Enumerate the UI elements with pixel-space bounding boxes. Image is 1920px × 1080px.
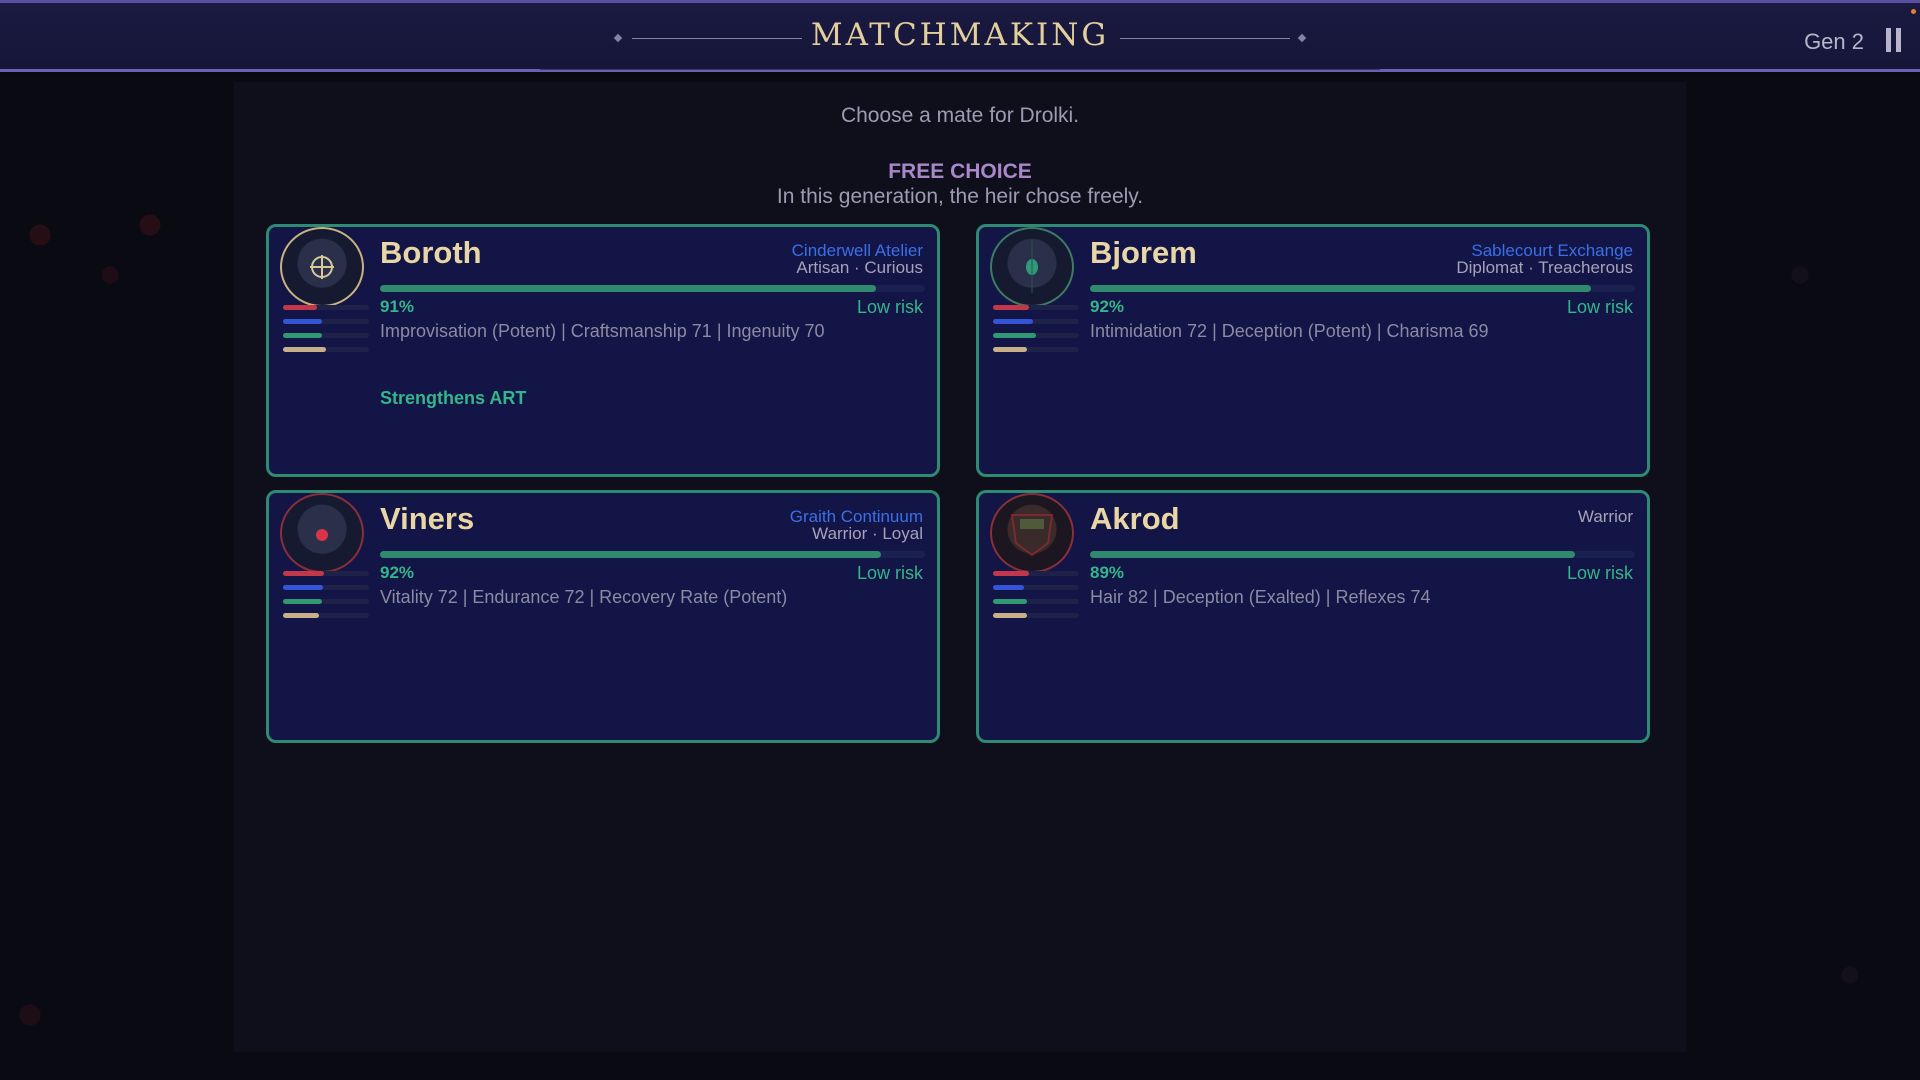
stat-bar-tan — [993, 613, 1079, 618]
compatibility-percent: 92% — [1090, 297, 1125, 316]
stat-fill — [993, 571, 1030, 576]
stat-bar-blue — [993, 585, 1079, 590]
title-underline — [540, 69, 1380, 70]
candidate-card[interactable]: Viners Graith Continuum Warrior · Loyal … — [266, 490, 940, 743]
compatibility-meter — [1090, 285, 1635, 292]
candidate-name: Bjorem — [1090, 235, 1197, 270]
compatibility-meter — [380, 285, 925, 292]
stat-bar-green — [283, 599, 369, 604]
portrait-avatar — [280, 227, 364, 307]
skills-list: Improvisation (Potent) | Craftsmanship 7… — [380, 321, 825, 341]
candidate-card[interactable]: Akrod Warrior 89% Low risk Hair 82 | Dec… — [976, 490, 1650, 743]
candidate-name: Viners — [380, 501, 475, 536]
choice-title: FREE CHOICE — [888, 160, 1032, 183]
portrait-avatar — [280, 493, 364, 573]
stat-fill — [283, 613, 320, 618]
pause-icon[interactable] — [1886, 28, 1902, 54]
compatibility-fill — [1090, 285, 1592, 292]
stat-fill — [993, 305, 1030, 310]
risk-label: Low risk — [856, 297, 923, 317]
stat-fill — [283, 585, 323, 590]
stat-bars — [993, 305, 1083, 361]
stat-bar-green — [283, 333, 369, 338]
red-shield-emblem-icon — [1010, 514, 1054, 557]
candidate-name: Boroth — [380, 235, 482, 270]
stat-bars — [283, 571, 373, 627]
candidate-name: Akrod — [1090, 501, 1180, 536]
choice-subtitle: In this generation, the heir chose freel… — [776, 185, 1144, 208]
stat-fill — [993, 347, 1028, 352]
risk-label: Low risk — [1566, 297, 1633, 317]
candidate-card[interactable]: Boroth Cinderwell Atelier Artisan · Curi… — [266, 224, 940, 477]
compatibility-percent: 91% — [380, 297, 415, 316]
stat-bar-red — [993, 305, 1079, 310]
candidate-traits: Warrior · Loyal — [812, 524, 923, 543]
skills-list: Hair 82 | Deception (Exalted) | Reflexes… — [1090, 587, 1431, 607]
bonus-label: Strengthens ART — [380, 388, 527, 408]
stat-bar-red — [993, 571, 1079, 576]
stat-fill — [993, 333, 1036, 338]
stat-fill — [283, 319, 322, 324]
risk-label: Low risk — [1566, 563, 1633, 583]
stat-fill — [993, 585, 1024, 590]
stat-fill — [993, 319, 1033, 324]
stat-bar-red — [283, 305, 369, 310]
compatibility-fill — [380, 285, 876, 292]
stat-fill — [283, 571, 325, 576]
ornament-line-right — [1120, 38, 1290, 39]
stat-bar-green — [993, 599, 1079, 604]
prompt-text: Choose a mate for Drolki. — [840, 104, 1080, 127]
compatibility-meter — [1090, 551, 1635, 558]
red-gem-emblem-icon — [316, 529, 328, 541]
crosshair-emblem-icon — [310, 255, 334, 279]
stat-fill — [283, 347, 326, 352]
stat-bar-blue — [283, 585, 369, 590]
stat-bar-blue — [283, 319, 369, 324]
stat-fill — [283, 305, 318, 310]
stat-bar-tan — [993, 347, 1079, 352]
risk-label: Low risk — [856, 563, 923, 583]
stat-bar-blue — [993, 319, 1079, 324]
compatibility-fill — [380, 551, 882, 558]
candidate-traits: Warrior — [1577, 507, 1633, 526]
notification-dot — [1911, 9, 1916, 14]
compatibility-percent: 92% — [380, 563, 415, 582]
stat-bar-red — [283, 571, 369, 576]
candidate-traits: Diplomat · Treacherous — [1456, 258, 1633, 277]
title-ornament: MATCHMAKING — [540, 3, 1380, 75]
stat-bars — [993, 571, 1083, 627]
stat-fill — [993, 613, 1028, 618]
green-gem-emblem-icon — [1026, 241, 1038, 293]
stat-bar-tan — [283, 613, 369, 618]
compatibility-percent: 89% — [1090, 563, 1125, 582]
matchmaking-panel: Choose a mate for Drolki. FREE CHOICE In… — [234, 82, 1686, 1052]
compatibility-meter — [380, 551, 925, 558]
generation-label: Gen 2 — [1804, 29, 1864, 54]
stat-bar-green — [993, 333, 1079, 338]
candidate-traits: Artisan · Curious — [796, 258, 923, 277]
top-bar: MATCHMAKING Gen 2 — [0, 0, 1920, 72]
skills-list: Intimidation 72 | Deception (Potent) | C… — [1090, 321, 1489, 341]
portrait-avatar — [990, 227, 1074, 307]
stat-fill — [283, 333, 322, 338]
stat-bars — [283, 305, 373, 361]
stat-fill — [993, 599, 1028, 604]
portrait-avatar — [990, 493, 1074, 573]
compatibility-fill — [1090, 551, 1576, 558]
skills-list: Vitality 72 | Endurance 72 | Recovery Ra… — [380, 587, 788, 607]
stat-bar-tan — [283, 347, 369, 352]
stat-fill — [283, 599, 322, 604]
candidate-card[interactable]: Bjorem Sablecourt Exchange Diplomat · Tr… — [976, 224, 1650, 477]
page-title: MATCHMAKING — [810, 17, 1110, 53]
